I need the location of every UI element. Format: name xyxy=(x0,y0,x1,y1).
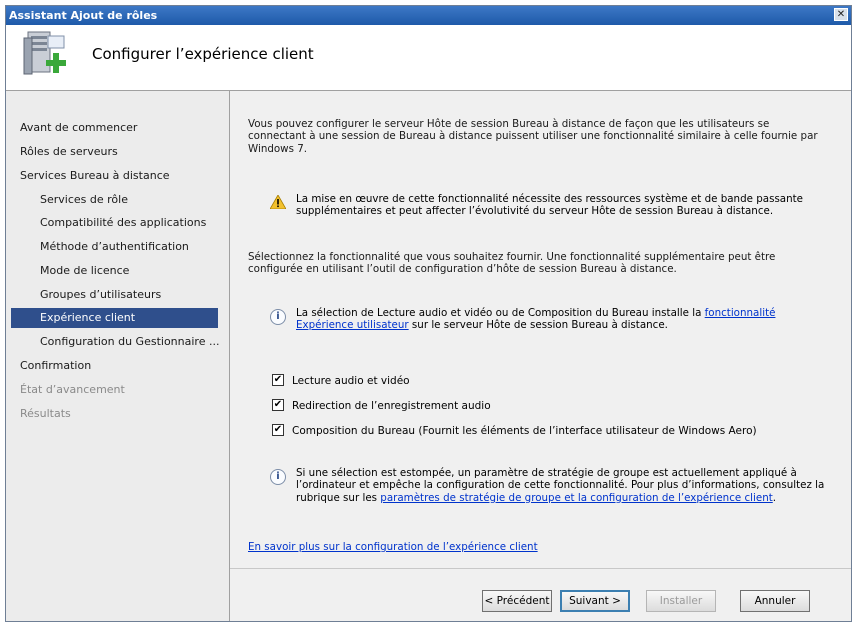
nav-item-groupes-utilisateurs[interactable]: Groupes d’utilisateurs xyxy=(40,285,161,305)
info-text-2: Si une sélection est estompée, un paramè… xyxy=(296,467,826,504)
info-text-2-end: . xyxy=(772,491,777,504)
nav-item-avant-de-commencer[interactable]: Avant de commencer xyxy=(20,118,137,138)
checkbox-audio-recording-label[interactable]: Redirection de l’enregistrement audio xyxy=(292,399,491,413)
previous-button[interactable]: < Précédent xyxy=(482,590,552,612)
wizard-window: Assistant Ajout de rôles ✕ Configurer l’… xyxy=(5,5,852,622)
info-icon: i xyxy=(270,469,286,485)
button-bar: < Précédent Suivant > Installer Annuler xyxy=(230,568,851,621)
select-instructions: Sélectionnez la fonctionnalité que vous … xyxy=(248,251,776,276)
intro-text: Vous pouvez configurer le serveur Hôte d… xyxy=(248,118,818,155)
nav-item-experience-client[interactable]: Expérience client xyxy=(11,308,218,328)
info-text-1: La sélection de Lecture audio et vidéo o… xyxy=(296,307,816,332)
nav-item-etat-avancement: État d’avancement xyxy=(20,383,125,396)
nav-item-confirmation[interactable]: Confirmation xyxy=(20,356,91,376)
cancel-button[interactable]: Annuler xyxy=(740,590,810,612)
nav-item-mode-licence[interactable]: Mode de licence xyxy=(40,261,129,281)
warning-text: La mise en œuvre de cette fonctionnalité… xyxy=(296,193,804,218)
checkbox-audio-recording-box[interactable]: ✔ xyxy=(272,399,284,411)
wizard-header: Configurer l’expérience client xyxy=(6,25,851,91)
nav-item-roles-de-serveurs[interactable]: Rôles de serveurs xyxy=(20,142,118,162)
content-panel: Vous pouvez configurer le serveur Hôte d… xyxy=(230,91,851,568)
nav-item-services-de-role[interactable]: Services de rôle xyxy=(40,190,128,210)
warning-icon xyxy=(270,195,286,209)
checkbox-audio-video-label[interactable]: Lecture audio et vidéo xyxy=(292,374,410,388)
nav-item-services-bureau[interactable]: Services Bureau à distance xyxy=(20,166,170,186)
checkbox-audio-video-box[interactable]: ✔ xyxy=(272,374,284,386)
nav-item-configuration-gestionnaire[interactable]: Configuration du Gestionnaire ... xyxy=(40,332,219,352)
server-add-icon xyxy=(23,31,66,75)
nav-item-compatibilite[interactable]: Compatibilité des applications xyxy=(40,213,206,233)
close-icon[interactable]: ✕ xyxy=(834,8,848,21)
nav-item-resultats: Résultats xyxy=(20,407,71,420)
learn-more-link[interactable]: En savoir plus sur la configuration de l… xyxy=(248,541,538,553)
info-text-1-start: La sélection de Lecture audio et vidéo o… xyxy=(296,307,705,319)
info-icon: i xyxy=(270,309,286,325)
title-bar[interactable]: Assistant Ajout de rôles ✕ xyxy=(6,6,851,25)
nav-item-authentification[interactable]: Méthode d’authentification xyxy=(40,237,189,257)
checkbox-desktop-composition-label[interactable]: Composition du Bureau (Fournit les éléme… xyxy=(292,424,757,438)
install-button: Installer xyxy=(646,590,716,612)
wizard-steps-nav: Avant de commencer Rôles de serveurs Ser… xyxy=(6,91,230,621)
checkbox-desktop-composition-box[interactable]: ✔ xyxy=(272,424,284,436)
info-text-1-end: sur le serveur Hôte de session Bureau à … xyxy=(408,319,668,332)
page-title: Configurer l’expérience client xyxy=(92,45,314,63)
window-title: Assistant Ajout de rôles xyxy=(9,9,158,22)
next-button[interactable]: Suivant > xyxy=(560,590,630,612)
group-policy-settings-link[interactable]: paramètres de stratégie de groupe et la … xyxy=(380,492,772,504)
